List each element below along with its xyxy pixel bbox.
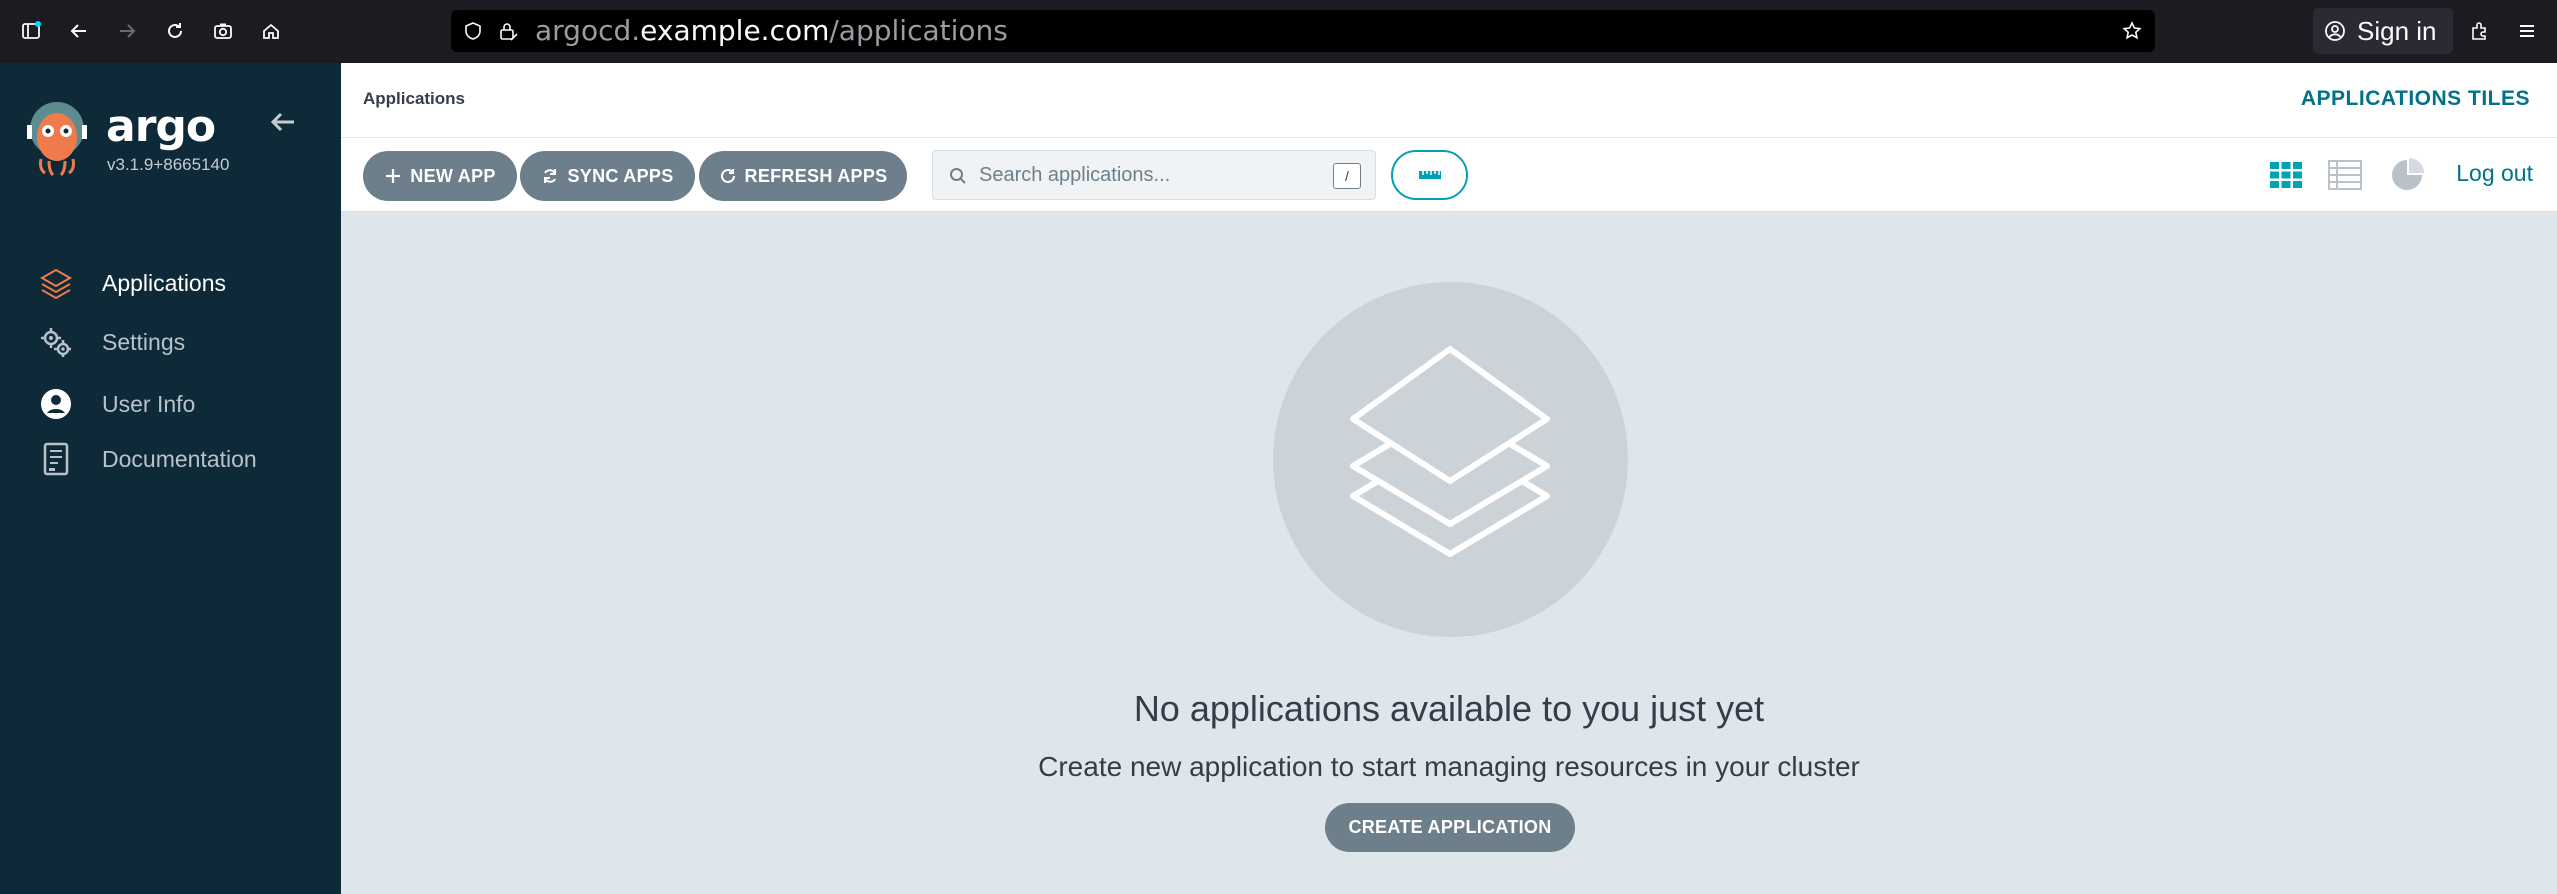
sync-icon: [544, 169, 557, 183]
layers-icon: [1350, 346, 1550, 557]
reload-icon[interactable]: [158, 14, 192, 48]
toolbar: NEW APP SYNC APPS REFRESH APPS / Log out: [341, 138, 2557, 212]
search-shortcut-key: /: [1333, 163, 1361, 189]
sidebar-toggle-icon[interactable]: [14, 14, 48, 48]
sidebar-item-label: Applications: [102, 269, 227, 296]
browser-toolbar: argocd.example.com/applications Sign in: [0, 0, 2557, 63]
screenshot-icon[interactable]: [206, 14, 240, 48]
search-icon: [950, 168, 966, 184]
bookmark-star-icon[interactable]: [2121, 20, 2143, 42]
book-icon: [43, 442, 69, 476]
back-icon[interactable]: [62, 14, 96, 48]
sign-in-label: Sign in: [2357, 15, 2437, 46]
sidebar-item-user-info[interactable]: User Info: [38, 384, 195, 424]
refresh-apps-button[interactable]: REFRESH APPS: [699, 151, 907, 201]
sign-in-button[interactable]: Sign in: [2313, 8, 2453, 54]
search-input[interactable]: [979, 159, 1309, 191]
gears-icon: [41, 328, 71, 357]
ruler-icon: [1418, 171, 1441, 179]
new-app-button[interactable]: NEW APP: [363, 151, 517, 201]
sidebar-item-applications[interactable]: Applications: [38, 263, 226, 303]
argo-octopus-logo: [27, 102, 87, 177]
user-circle-icon: [41, 389, 71, 419]
address-bar[interactable]: argocd.example.com/applications: [451, 10, 2155, 52]
search-box: /: [932, 150, 1376, 200]
collapse-sidebar-icon[interactable]: [266, 105, 300, 139]
version-label: v3.1.9+8665140: [107, 155, 230, 174]
sidebar-item-label: User Info: [102, 390, 196, 417]
url-text[interactable]: argocd.example.com/applications: [535, 10, 1008, 52]
sidebar-item-label: Documentation: [102, 445, 257, 472]
sidebar: argo v3.1.9+8665140 Applications Setting…: [0, 63, 341, 894]
home-icon[interactable]: [254, 14, 288, 48]
plus-icon: [386, 169, 401, 183]
list-view-icon[interactable]: [2326, 156, 2364, 194]
sync-apps-button[interactable]: SYNC APPS: [520, 151, 695, 201]
account-icon: [2325, 21, 2345, 41]
url-host: example.com: [640, 14, 830, 47]
forward-icon[interactable]: [110, 14, 144, 48]
refresh-icon: [720, 168, 735, 183]
sidebar-item-settings[interactable]: Settings: [38, 322, 185, 362]
menu-icon[interactable]: [2510, 14, 2544, 48]
url-host-prefix: argocd.: [535, 14, 641, 47]
new-app-label: NEW APP: [410, 165, 496, 186]
pie-chart-view-icon[interactable]: [2388, 156, 2426, 194]
filter-toggle-button[interactable]: [1391, 150, 1468, 200]
url-path: /applications: [829, 14, 1008, 47]
empty-state-subtitle: Create new application to start managing…: [1038, 751, 1860, 782]
brand-name: argo: [106, 101, 216, 152]
layers-icon: [39, 268, 73, 300]
empty-state-title: No applications available to you just ye…: [1133, 688, 1765, 729]
breadcrumb[interactable]: Applications: [363, 89, 465, 109]
lock-icon[interactable]: [497, 20, 519, 42]
shield-icon[interactable]: [463, 21, 483, 41]
page-title: APPLICATIONS TILES: [2300, 87, 2530, 110]
tiles-view-icon[interactable]: [2267, 156, 2305, 194]
empty-state-illustration: [1273, 282, 1628, 637]
refresh-apps-label: REFRESH APPS: [744, 165, 888, 186]
sidebar-item-label: Settings: [102, 328, 186, 355]
extensions-icon[interactable]: [2462, 14, 2496, 48]
logout-link[interactable]: Log out: [2456, 160, 2533, 187]
create-application-button[interactable]: CREATE APPLICATION: [1325, 803, 1575, 852]
sync-apps-label: SYNC APPS: [567, 165, 674, 186]
page-header: Applications APPLICATIONS TILES: [341, 63, 2557, 138]
sidebar-item-documentation[interactable]: Documentation: [38, 439, 257, 479]
